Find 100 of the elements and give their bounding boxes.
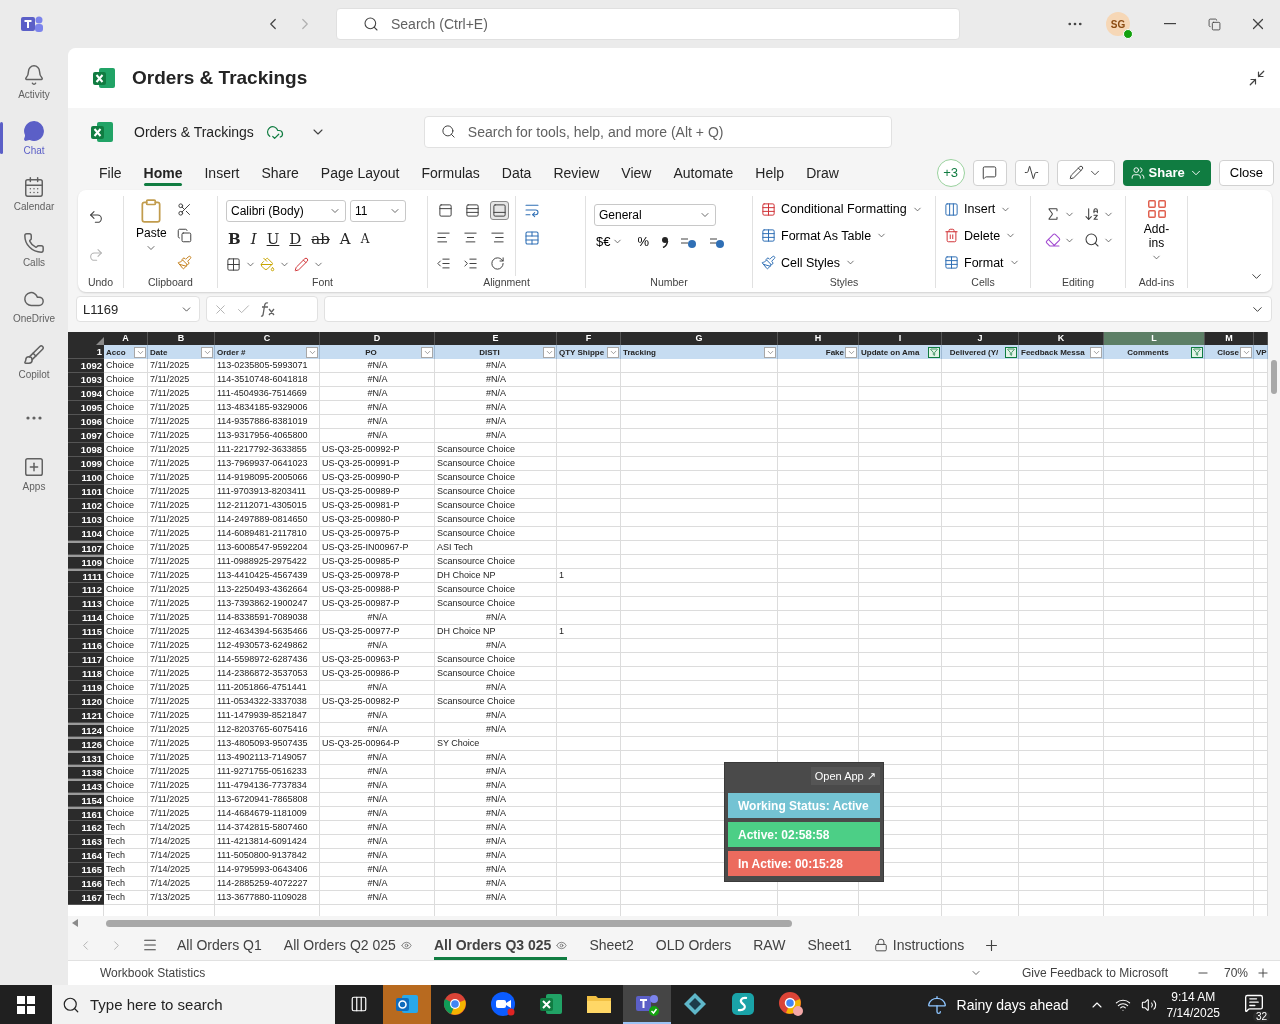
- row-number[interactable]: 1102: [68, 499, 104, 513]
- currency-button[interactable]: $€: [594, 234, 626, 249]
- feedback-link[interactable]: Give Feedback to Microsoft: [1021, 966, 1168, 980]
- user-avatar[interactable]: SG: [1106, 12, 1130, 36]
- menu-tab[interactable]: File: [88, 155, 133, 190]
- row-number[interactable]: 1164: [68, 849, 104, 863]
- align-right-icon[interactable]: [490, 230, 505, 246]
- spreadsheet-app-icon[interactable]: [538, 991, 564, 1016]
- bold-button[interactable]: B: [226, 230, 243, 249]
- share-button[interactable]: Share: [1122, 159, 1211, 186]
- scrollbar-thumb[interactable]: [1271, 360, 1277, 394]
- percent-button[interactable]: %: [635, 234, 652, 249]
- wrap-text-icon[interactable]: [524, 202, 540, 218]
- sheet-tab[interactable]: Sheet2: [580, 930, 643, 960]
- row-number[interactable]: 1109: [68, 555, 104, 569]
- taskbar-search-field[interactable]: Type here to search: [52, 985, 335, 1024]
- row-number[interactable]: 1121: [68, 709, 104, 723]
- shrink-font-button[interactable]: A: [358, 232, 372, 247]
- filter-button[interactable]: [1191, 346, 1203, 358]
- add-ins-button[interactable]: Add-ins: [1134, 196, 1179, 276]
- video-app-icon[interactable]: [490, 990, 516, 1017]
- comments-button[interactable]: [972, 159, 1007, 186]
- row-number[interactable]: 1138: [68, 765, 104, 779]
- rail-item[interactable]: Apps: [0, 446, 68, 502]
- column-letter[interactable]: D: [320, 332, 435, 345]
- function-icon[interactable]: [259, 301, 277, 317]
- row-number[interactable]: 1166: [68, 877, 104, 891]
- row-number[interactable]: 1093: [68, 373, 104, 387]
- name-box[interactable]: L1169: [76, 296, 200, 322]
- horizontal-scrollbar[interactable]: [68, 916, 1268, 930]
- sheet-tab[interactable]: RAW: [744, 930, 795, 960]
- volume-icon[interactable]: [1140, 996, 1157, 1013]
- row-number[interactable]: 1124: [68, 723, 104, 737]
- row-number[interactable]: 1116: [68, 639, 104, 653]
- menu-tab[interactable]: Draw: [795, 155, 850, 190]
- zoom-level[interactable]: 70%: [1223, 966, 1248, 980]
- sheet-tab[interactable]: Instructions: [864, 930, 974, 960]
- cells-button[interactable]: Delete: [944, 228, 1017, 244]
- orientation-icon[interactable]: [490, 255, 505, 271]
- menu-icon[interactable]: [142, 937, 158, 953]
- cells-button[interactable]: Format: [944, 255, 1020, 271]
- search-field[interactable]: Search for tools, help, and more (Alt + Q): [423, 115, 892, 148]
- row-number[interactable]: 1097: [68, 429, 104, 443]
- row-number[interactable]: 1115: [68, 625, 104, 639]
- menu-tab[interactable]: Data: [490, 155, 543, 190]
- font-size-select[interactable]: 11: [350, 200, 406, 223]
- browser-icon[interactable]: [443, 991, 467, 1016]
- workbook-name[interactable]: Orders & Trackings: [134, 123, 254, 140]
- column-letter[interactable]: K: [1019, 332, 1104, 345]
- menu-tab[interactable]: Automate: [662, 155, 745, 190]
- column-letter[interactable]: B: [148, 332, 215, 345]
- row-number[interactable]: 1111: [68, 569, 104, 583]
- column-letter[interactable]: F: [557, 332, 621, 345]
- font-select[interactable]: Calibri (Body): [226, 200, 346, 223]
- row-number[interactable]: 1114: [68, 611, 104, 625]
- notifications-icon[interactable]: [1244, 993, 1264, 1013]
- menu-tab[interactable]: Insert: [193, 155, 251, 190]
- eraser-icon[interactable]: [1045, 232, 1061, 248]
- sheet-tab[interactable]: OLD Orders: [646, 930, 741, 960]
- find-icon[interactable]: [1084, 232, 1100, 248]
- column-letter[interactable]: E: [435, 332, 557, 345]
- scrollbar-thumb[interactable]: [106, 919, 792, 927]
- zoom-in-icon[interactable]: [1256, 966, 1270, 980]
- increase-indent-icon[interactable]: [463, 255, 478, 271]
- formula-input[interactable]: [324, 296, 1272, 322]
- styles-button[interactable]: Cell Styles: [761, 255, 857, 271]
- sheet-tab[interactable]: All Orders Q2 025: [274, 930, 421, 960]
- start-icon[interactable]: [17, 995, 35, 1014]
- menu-tab[interactable]: Formulas: [410, 155, 491, 190]
- menu-tab[interactable]: Help: [744, 155, 796, 190]
- paintbrush-icon[interactable]: [176, 255, 192, 271]
- scroll-left-icon[interactable]: [72, 919, 78, 927]
- rail-item[interactable]: Calendar: [0, 166, 68, 222]
- column-letter[interactable]: A: [104, 332, 148, 345]
- sheet-tab[interactable]: All Orders Q1: [168, 930, 271, 960]
- row-number[interactable]: 1162: [68, 821, 104, 835]
- row-number[interactable]: 1126: [68, 737, 104, 751]
- row-number[interactable]: 1165: [68, 863, 104, 877]
- strikethrough-button[interactable]: ab: [309, 230, 332, 249]
- comma-style-icon[interactable]: [661, 235, 670, 248]
- number-format-select[interactable]: General: [594, 204, 716, 226]
- weather-text[interactable]: Rainy days ahead: [956, 996, 1069, 1013]
- open-app-button[interactable]: Open App ↗: [810, 767, 880, 785]
- row-number[interactable]: 1101: [68, 485, 104, 499]
- row-number[interactable]: 1167: [68, 891, 104, 905]
- rail-item[interactable]: Activity: [0, 54, 68, 110]
- menu-tab[interactable]: Review: [542, 155, 611, 190]
- row-number[interactable]: 1103: [68, 513, 104, 527]
- row-number[interactable]: 1118: [68, 667, 104, 681]
- column-letter[interactable]: C: [215, 332, 320, 345]
- search-field[interactable]: Search (Ctrl+E): [336, 8, 960, 40]
- borders-icon[interactable]: [226, 256, 241, 272]
- row-number[interactable]: 1096: [68, 415, 104, 429]
- activity-button[interactable]: [1014, 159, 1049, 186]
- row-number[interactable]: 1120: [68, 695, 104, 709]
- column-letter[interactable]: H: [778, 332, 859, 345]
- cells-button[interactable]: Insert: [944, 201, 1012, 217]
- row-number[interactable]: 1095: [68, 401, 104, 415]
- column-letter[interactable]: L: [1104, 332, 1205, 345]
- rail-item[interactable]: OneDrive: [0, 278, 68, 334]
